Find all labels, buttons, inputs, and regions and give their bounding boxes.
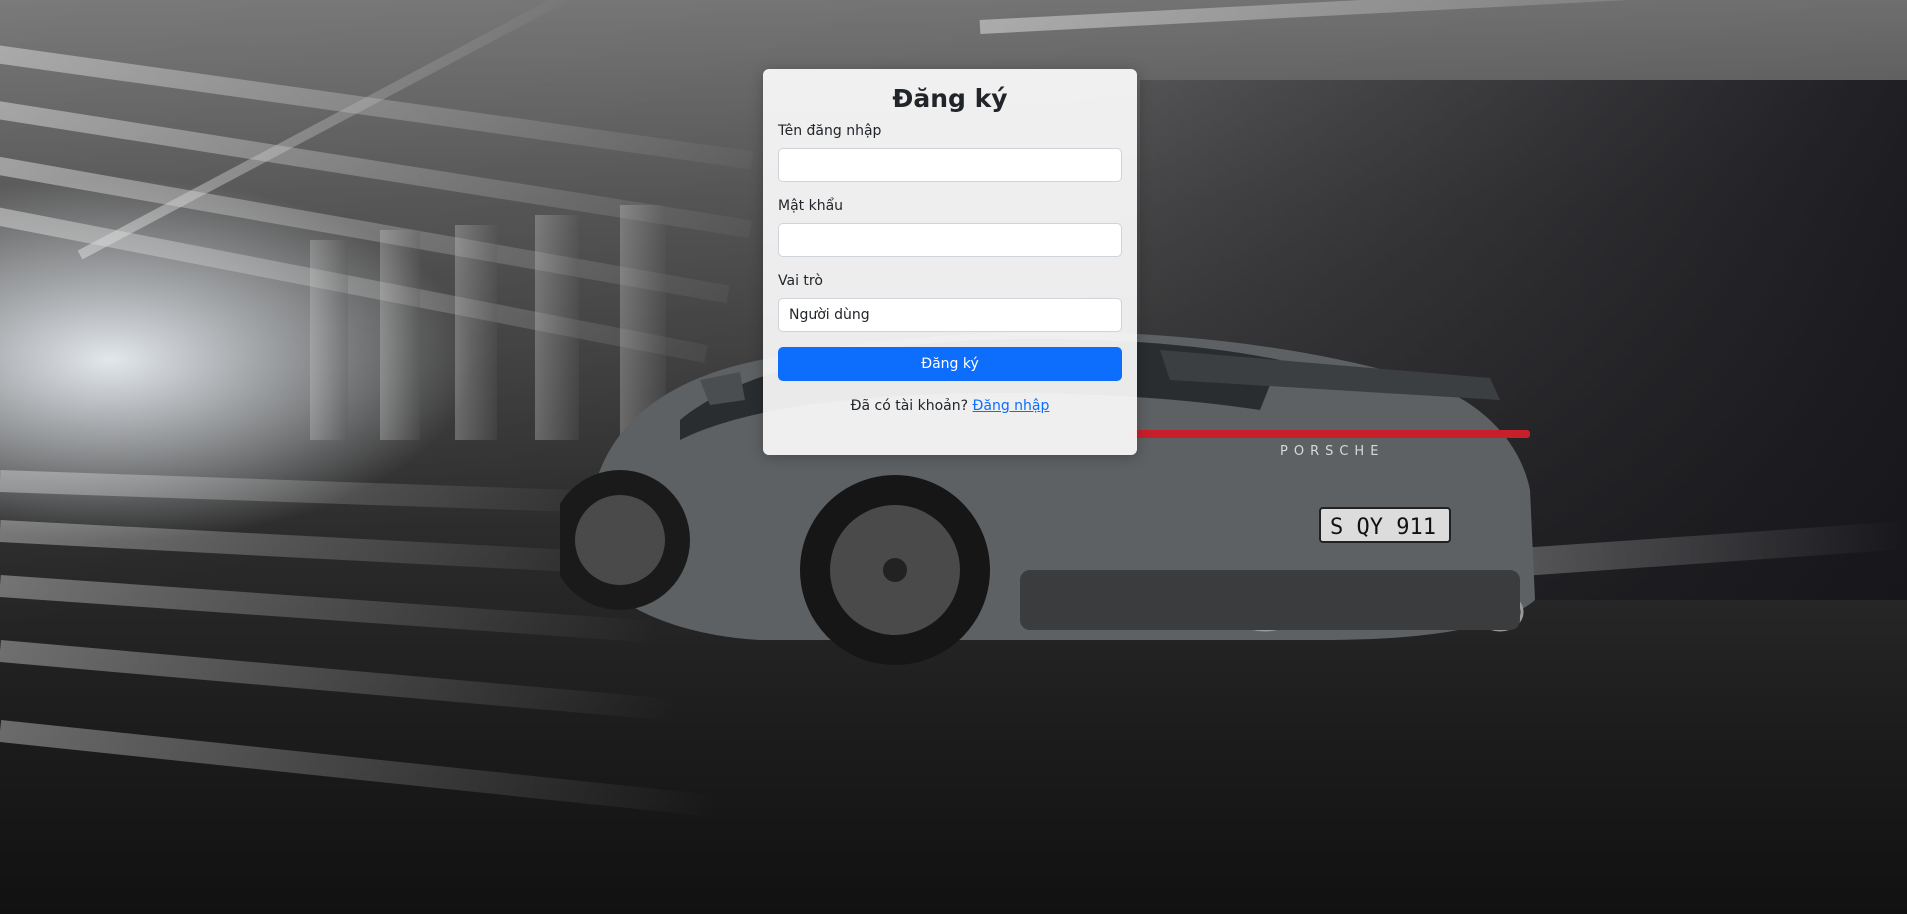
- page-title: Đăng ký: [892, 84, 1008, 113]
- password-input[interactable]: [778, 223, 1122, 257]
- license-plate-text: S QY 911: [1330, 515, 1436, 540]
- has-account-text: Đã có tài khoản?: [850, 398, 969, 414]
- ceiling-beam: [979, 0, 1880, 34]
- road-stripe: [0, 520, 640, 576]
- role-group: Vai trò Người dùng: [778, 272, 1122, 332]
- role-selected-value: Người dùng: [789, 307, 870, 323]
- role-select[interactable]: Người dùng: [778, 298, 1122, 332]
- pillar: [310, 240, 348, 440]
- pillar: [380, 230, 420, 440]
- register-card: Đăng ký Tên đăng nhập Mật khẩu Vai trò N…: [763, 69, 1137, 455]
- login-link[interactable]: Đăng nhập: [973, 398, 1050, 414]
- password-label: Mật khẩu: [778, 198, 844, 214]
- username-group: Tên đăng nhập: [778, 122, 1122, 182]
- username-label: Tên đăng nhập: [778, 123, 882, 139]
- road-stripe: [0, 720, 718, 818]
- car-brand-text: PORSCHE: [1280, 444, 1384, 459]
- password-group: Mật khẩu: [778, 197, 1122, 257]
- login-prompt: Đã có tài khoản? Đăng nhập: [778, 398, 1122, 414]
- pillar: [455, 225, 497, 440]
- username-input[interactable]: [778, 148, 1122, 182]
- role-label: Vai trò: [778, 273, 823, 289]
- register-button[interactable]: Đăng ký: [778, 347, 1122, 381]
- ceiling-beam: [0, 40, 754, 170]
- road-stripe: [0, 470, 621, 514]
